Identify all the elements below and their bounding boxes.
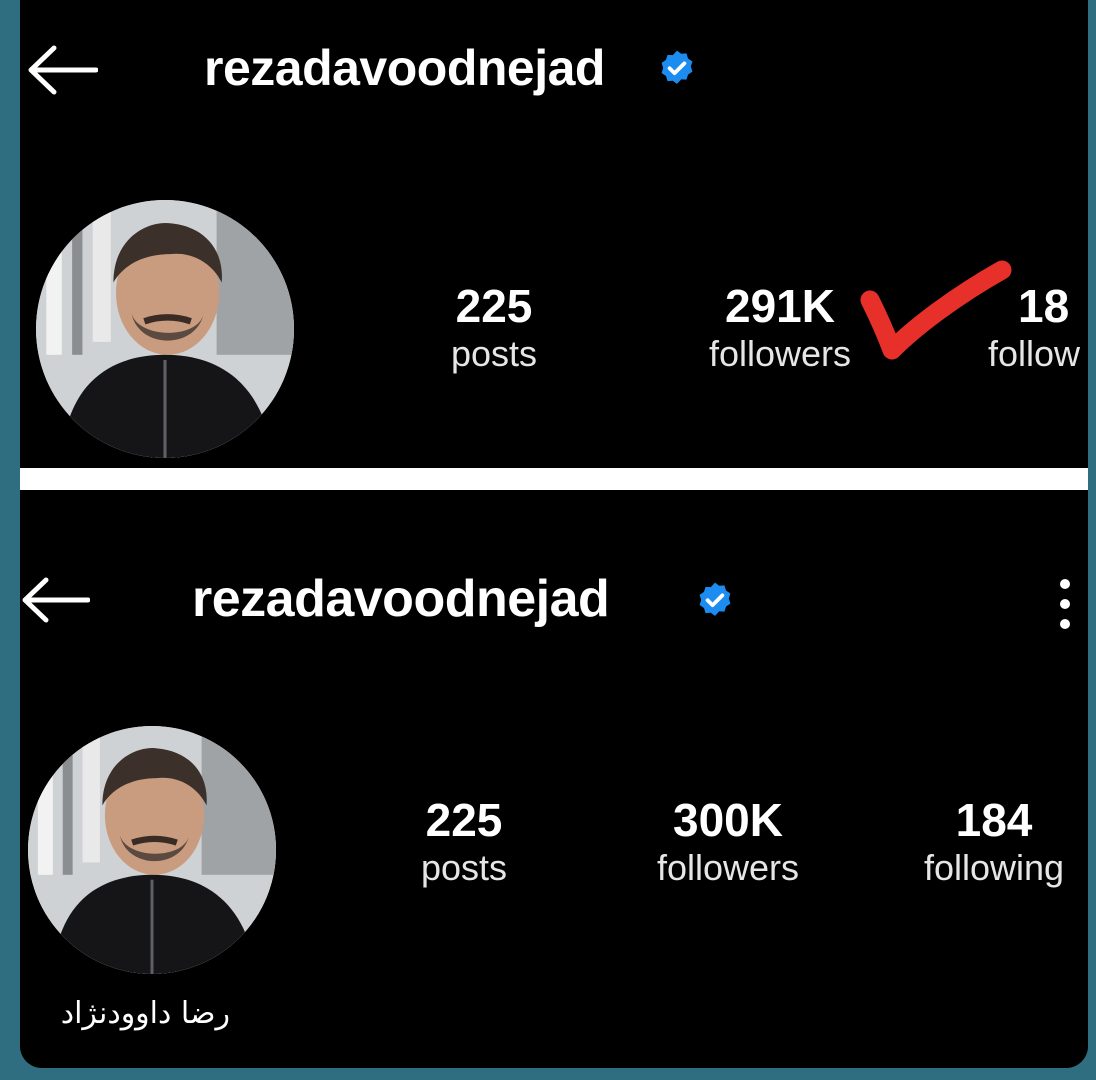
followers-count: 300K — [673, 794, 783, 846]
back-arrow-icon[interactable] — [20, 576, 90, 624]
red-checkmark-annotation — [860, 260, 1012, 360]
profile-full-name: رضا داوودنژاد — [60, 996, 230, 1031]
posts-count: 225 — [455, 280, 533, 332]
stat-posts[interactable]: 225 posts — [384, 280, 604, 376]
comparison-image: rezadavoodnejad 225 posts 291K followers… — [20, 0, 1088, 1068]
profile-username: rezadavoodnejad — [204, 40, 605, 96]
followers-label: followers — [656, 847, 800, 888]
profile-avatar[interactable] — [28, 726, 276, 974]
stat-posts[interactable]: 225 posts — [354, 794, 574, 890]
profile-username: rezadavoodnejad — [192, 570, 610, 628]
posts-label: posts — [420, 847, 508, 888]
profile-screenshot-after: rezadavoodnejad 225 posts 300K followers… — [20, 490, 1088, 1068]
screenshot-divider — [20, 468, 1088, 490]
profile-avatar[interactable] — [36, 200, 294, 458]
stat-following[interactable]: 184 following — [884, 794, 1088, 890]
posts-count: 225 — [425, 794, 503, 846]
following-count: 184 — [955, 794, 1033, 846]
back-arrow-icon[interactable] — [26, 44, 98, 96]
more-options-icon[interactable] — [1054, 574, 1076, 634]
stat-followers[interactable]: 300K followers — [618, 794, 838, 890]
verified-badge-icon — [699, 582, 731, 616]
following-label: following — [923, 847, 1065, 888]
posts-label: posts — [450, 333, 538, 374]
verified-badge-icon — [661, 50, 693, 84]
profile-screenshot-before: rezadavoodnejad 225 posts 291K followers… — [20, 0, 1088, 468]
